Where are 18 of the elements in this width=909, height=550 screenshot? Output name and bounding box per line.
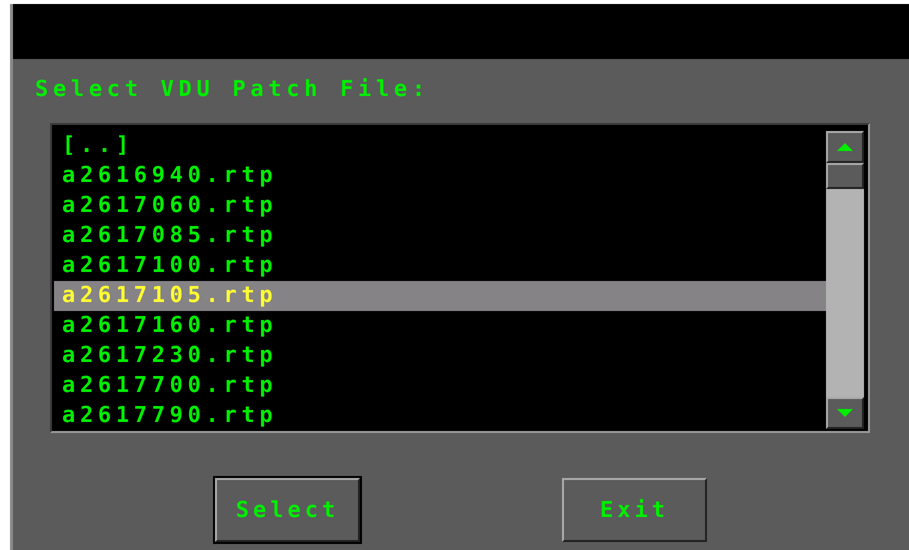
prompt-label: Select VDU Patch File: <box>35 77 431 103</box>
file-item[interactable]: a2617160.rtp <box>54 311 826 341</box>
down-triangle-icon <box>837 409 853 417</box>
file-item[interactable]: a2617085.rtp <box>54 221 826 251</box>
scroll-up-button[interactable] <box>826 131 864 163</box>
file-item[interactable]: a2617060.rtp <box>54 191 826 221</box>
up-triangle-icon <box>837 143 853 151</box>
file-item[interactable]: [..] <box>54 131 826 161</box>
dialog-button[interactable]: Select <box>215 478 360 542</box>
dialog-button[interactable]: Exit <box>562 478 707 542</box>
file-item[interactable]: a2616940.rtp <box>54 161 826 191</box>
scrollbar-thumb[interactable] <box>826 163 864 189</box>
file-item[interactable]: a2617100.rtp <box>54 251 826 281</box>
file-item[interactable]: a2617105.rtp <box>54 281 826 311</box>
file-item[interactable]: a2617700.rtp <box>54 371 826 401</box>
scroll-down-button[interactable] <box>826 397 864 429</box>
file-item[interactable]: a2617790.rtp <box>54 401 826 431</box>
file-item[interactable]: a2617230.rtp <box>54 341 826 371</box>
